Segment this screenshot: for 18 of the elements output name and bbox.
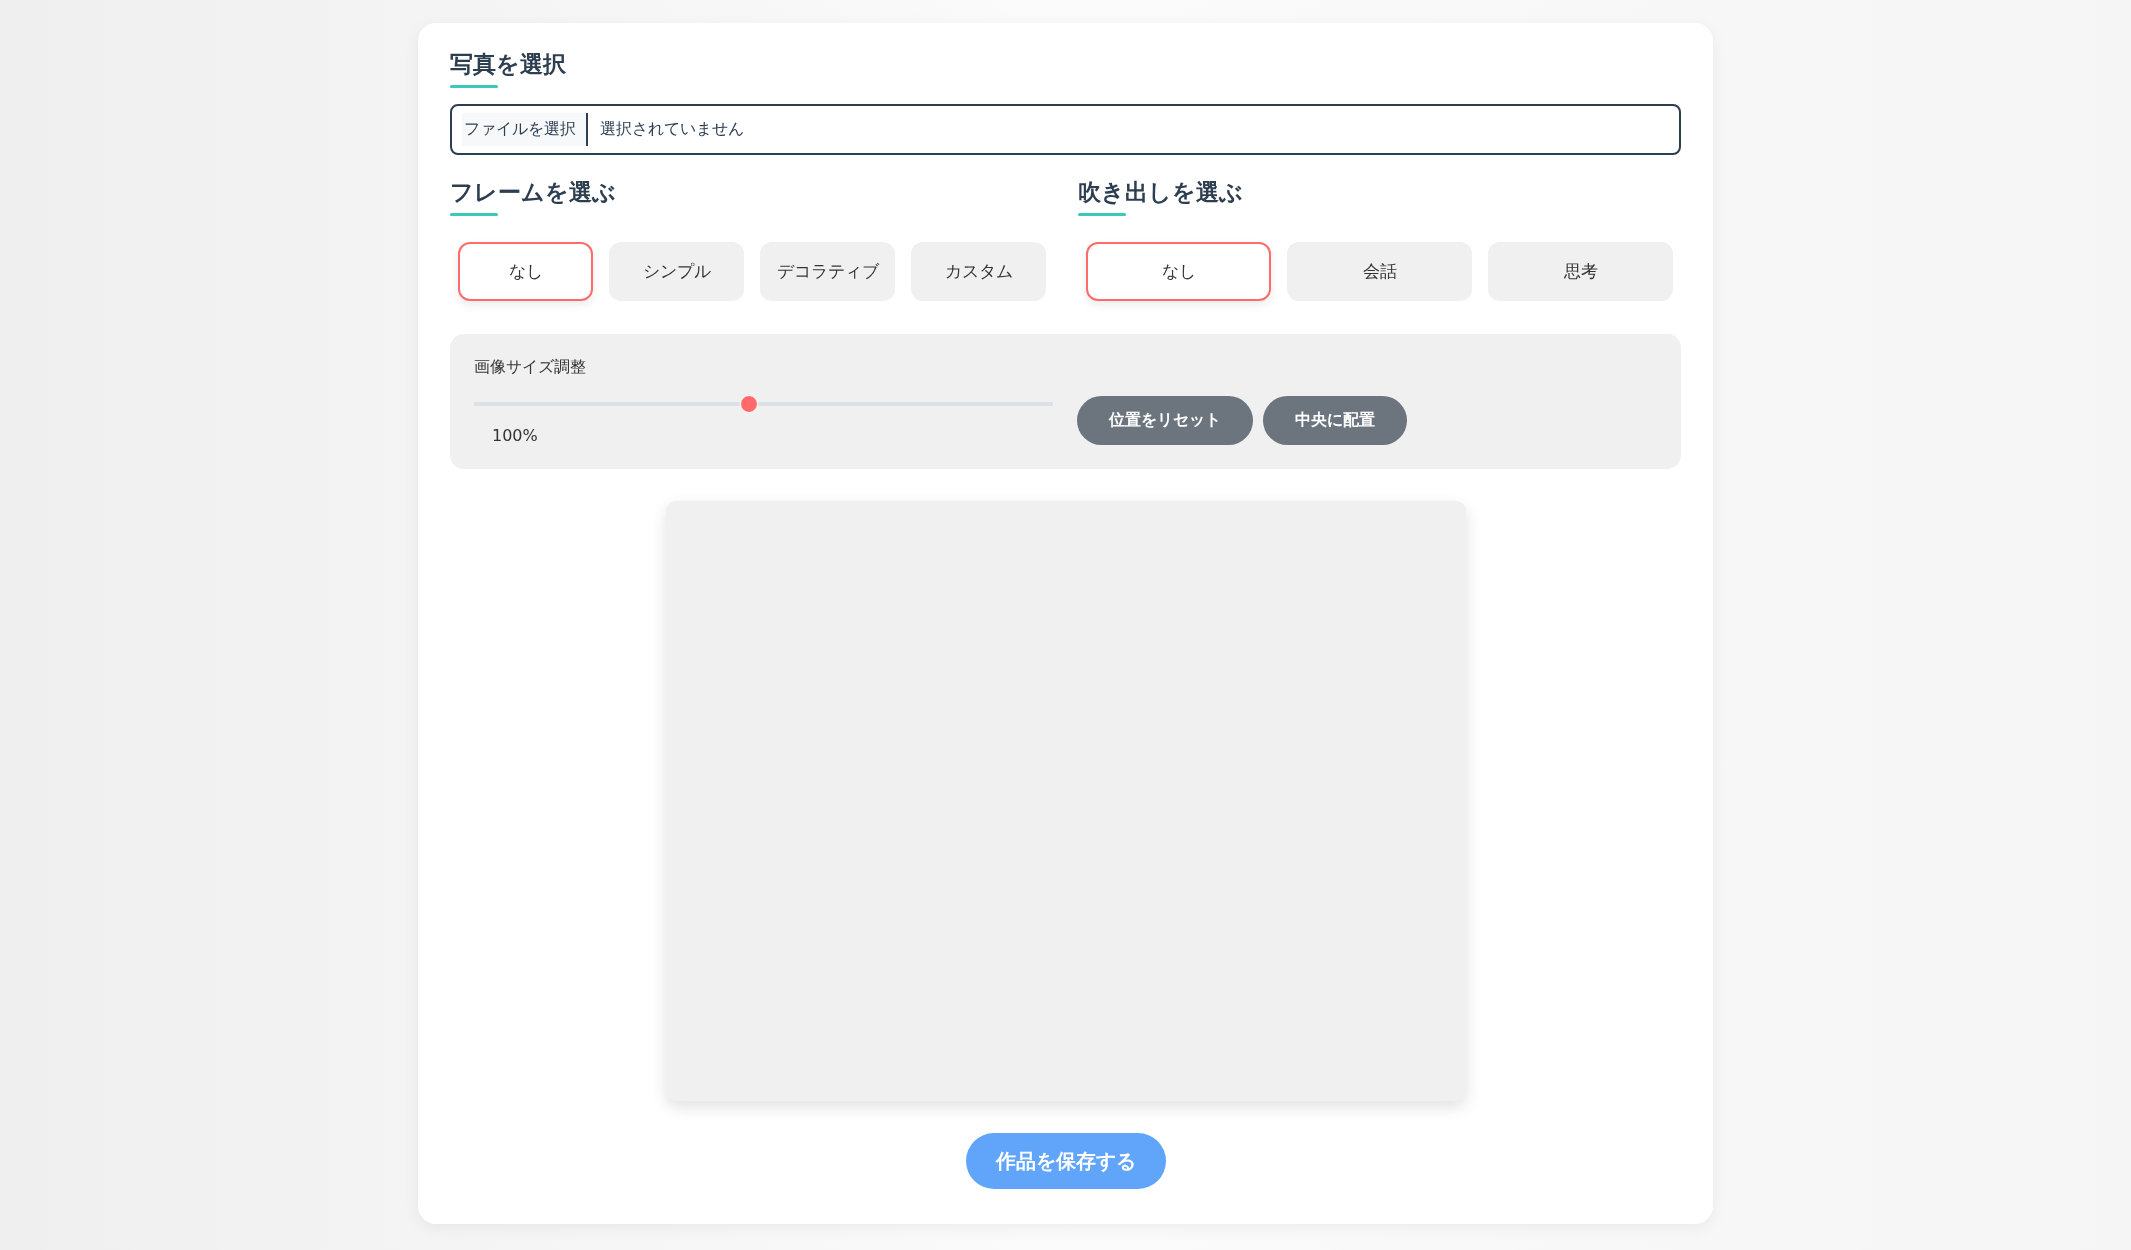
file-status-text: 選択されていません (599, 119, 744, 140)
option-button[interactable]: なし (1086, 242, 1271, 301)
option-button[interactable]: 会話 (1287, 242, 1472, 301)
option-button[interactable]: デコラティブ (760, 242, 895, 301)
file-input-field[interactable]: ファイルを選択 選択されていません (450, 104, 1681, 155)
position-button[interactable]: 中央に配置 (1263, 396, 1407, 445)
option-button[interactable]: なし (458, 242, 593, 301)
choose-file-button[interactable]: ファイルを選択 (462, 113, 588, 146)
slider-label: 画像サイズ調整 (474, 357, 587, 378)
option-button[interactable]: シンプル (609, 242, 744, 301)
section-title: フレームを選ぶ (450, 177, 616, 216)
position-button[interactable]: 位置をリセット (1077, 396, 1253, 445)
option-button[interactable]: カスタム (911, 242, 1046, 301)
size-value: 100% (492, 426, 539, 445)
option-button[interactable]: 思考 (1488, 242, 1673, 301)
section-title: 写真を選択 (450, 49, 566, 88)
section-title: 吹き出しを選ぶ (1078, 177, 1243, 216)
slider-thumb[interactable] (740, 395, 758, 413)
